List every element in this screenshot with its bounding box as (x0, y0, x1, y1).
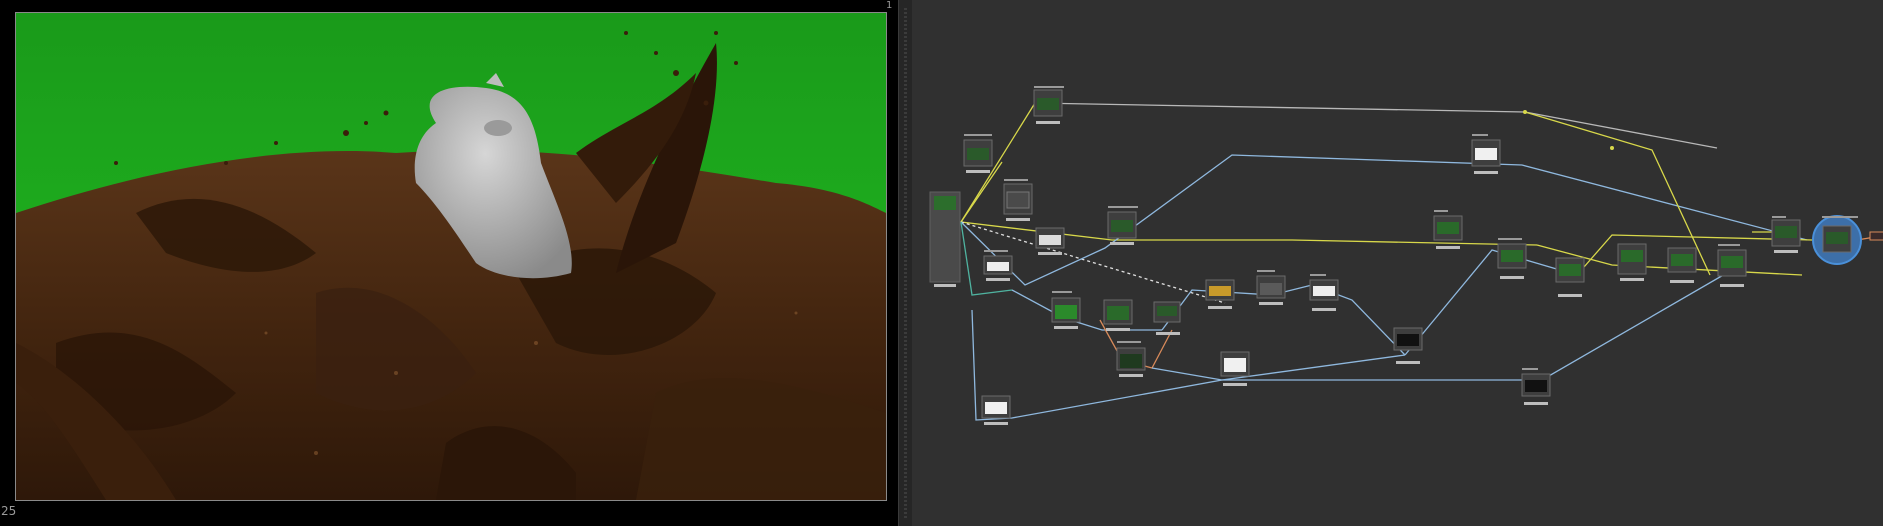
viewer-corner-label: 1 (886, 0, 893, 11)
frame-image (16, 13, 886, 500)
node-graph-panel[interactable] (912, 0, 1883, 526)
node-25[interactable] (1771, 219, 1801, 253)
node-17[interactable] (1433, 215, 1463, 249)
node-19[interactable] (1555, 257, 1585, 297)
node-13[interactable] (1309, 279, 1339, 311)
node-4[interactable] (1035, 227, 1065, 255)
node-20[interactable] (1393, 327, 1423, 364)
node-1[interactable] (1033, 89, 1063, 124)
node-2[interactable] (963, 139, 993, 173)
node-8[interactable] (1103, 299, 1133, 331)
node-viewer-selected[interactable] (1812, 215, 1862, 265)
node-11[interactable] (1205, 279, 1235, 309)
node-23[interactable] (1667, 247, 1697, 283)
node-6[interactable] (983, 255, 1013, 281)
splitter-grip[interactable] (904, 8, 907, 518)
node-labels (964, 86, 1858, 370)
node-24[interactable] (1717, 249, 1747, 287)
node-22[interactable] (1617, 243, 1647, 281)
node-15[interactable] (981, 395, 1011, 425)
node-7[interactable] (1051, 297, 1081, 329)
viewer-panel[interactable]: 25 1 (0, 0, 898, 526)
node-10[interactable] (1116, 347, 1146, 377)
viewer-frame[interactable] (15, 12, 887, 501)
node-3[interactable] (1003, 183, 1033, 221)
node-18[interactable] (1497, 243, 1527, 279)
frame-number: 25 (1, 504, 17, 518)
node-21[interactable] (1521, 373, 1551, 405)
node-16[interactable] (1471, 139, 1501, 174)
node-graph-canvas[interactable] (912, 0, 1883, 526)
node-read[interactable] (929, 191, 961, 287)
node-12[interactable] (1256, 275, 1286, 305)
node-14[interactable] (1220, 351, 1250, 386)
node-output[interactable] (1869, 231, 1883, 241)
nodes (929, 89, 1883, 425)
